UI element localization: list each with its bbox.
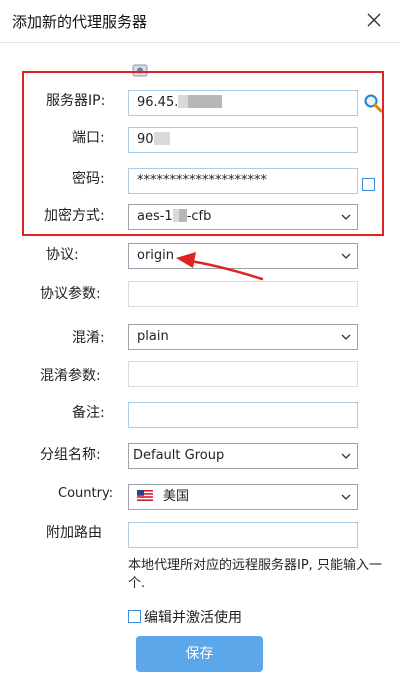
port-input[interactable]: 90 — [128, 127, 358, 153]
edit-activate-label: 编辑并激活使用 — [144, 610, 242, 626]
chevron-down-icon — [341, 333, 351, 341]
search-button[interactable] — [362, 92, 384, 114]
window-title: 添加新的代理服务器 — [12, 13, 148, 31]
remark-input[interactable] — [128, 402, 358, 428]
chevron-down-icon — [341, 493, 351, 501]
close-button[interactable] — [362, 8, 386, 32]
route-note-text: 本地代理所对应的远程服务器IP, 只能输入一个. — [128, 558, 382, 591]
protocol-label: 协议: — [46, 247, 79, 263]
extra-route-label: 附加路由 — [46, 525, 102, 541]
encryption-label: 加密方式: — [44, 208, 105, 224]
protocol-select[interactable]: origin — [128, 243, 358, 269]
search-icon — [364, 94, 383, 113]
port-value: 90 — [137, 132, 154, 147]
protocol-value: origin — [137, 248, 175, 263]
obfs-param-label: 混淆参数: — [40, 368, 101, 384]
country-value: 美国 — [163, 489, 190, 504]
extra-route-input[interactable] — [128, 522, 358, 548]
protocol-param-label: 协议参数: — [40, 286, 101, 302]
us-flag-icon — [137, 486, 153, 501]
server-ip-input[interactable]: 96.45. — [128, 90, 358, 116]
port-label: 端口: — [72, 130, 105, 146]
obfs-select[interactable]: plain — [128, 324, 358, 350]
chevron-down-icon — [341, 213, 351, 221]
obfs-label: 混淆: — [72, 330, 105, 346]
group-value: Default Group — [133, 448, 225, 463]
remark-label: 备注: — [72, 405, 105, 421]
group-label: 分组名称: — [40, 447, 101, 463]
server-ip-label: 服务器IP: — [46, 93, 106, 109]
encryption-select[interactable]: aes-1 -cfb — [128, 204, 358, 230]
chevron-down-icon — [341, 252, 351, 260]
encryption-value-suffix: -cfb — [186, 209, 212, 224]
password-label: 密码: — [72, 171, 105, 187]
camera-icon[interactable] — [132, 62, 148, 78]
close-icon — [367, 13, 381, 27]
password-value: ******************** — [137, 173, 267, 188]
country-label: Country: — [58, 486, 114, 501]
password-input[interactable]: ******************** — [128, 168, 358, 194]
save-button[interactable]: 保存 — [136, 636, 263, 672]
edit-activate-checkbox[interactable] — [128, 610, 141, 623]
obfs-value: plain — [137, 329, 169, 344]
chevron-down-icon — [341, 452, 351, 460]
group-select[interactable]: Default Group — [128, 443, 358, 469]
protocol-param-input[interactable] — [128, 281, 358, 307]
encryption-value-prefix: aes-1 — [137, 209, 173, 224]
server-ip-value: 96.45. — [137, 95, 179, 110]
title-bar: 添加新的代理服务器 — [0, 0, 400, 43]
show-password-checkbox[interactable] — [362, 178, 375, 191]
country-select[interactable]: 美国 — [128, 484, 358, 510]
obfs-param-input[interactable] — [128, 361, 358, 387]
